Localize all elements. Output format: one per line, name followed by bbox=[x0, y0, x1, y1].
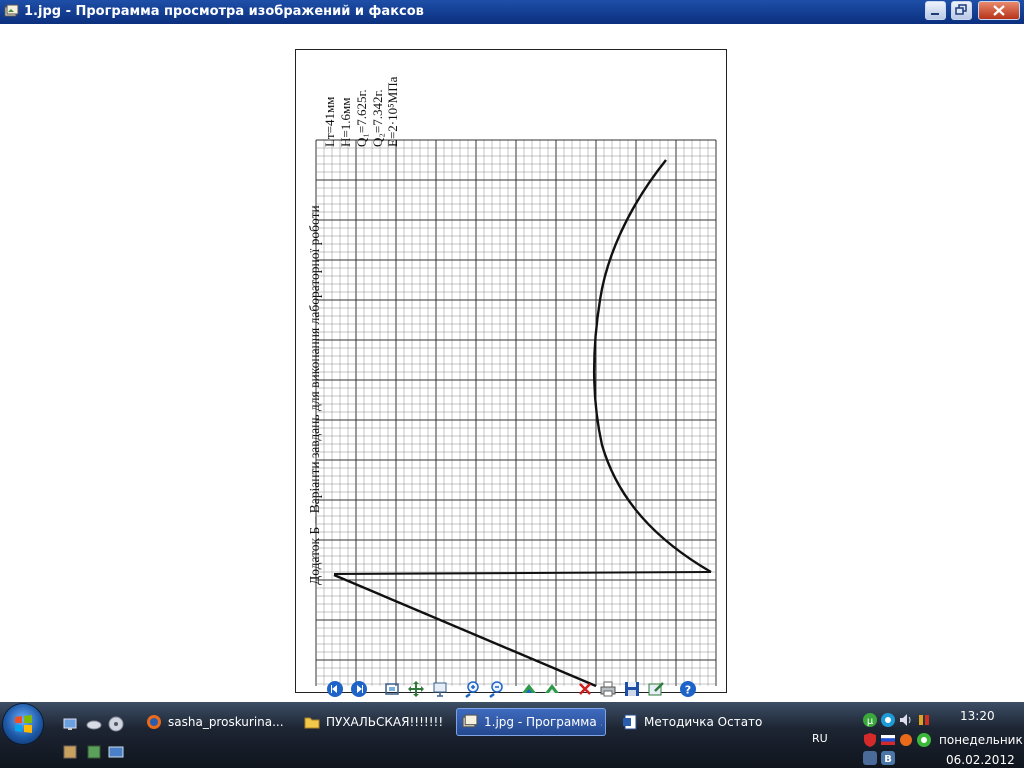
restore-icon bbox=[955, 4, 967, 15]
rotate-clockwise-button[interactable] bbox=[520, 680, 538, 698]
param-e: E=2·10⁵МПа bbox=[385, 76, 400, 147]
clock-day: понедельник bbox=[939, 733, 1023, 747]
param-q2: Q₂=7.342г. bbox=[370, 89, 385, 147]
explorer-icon[interactable] bbox=[86, 744, 102, 760]
app-tray-icon[interactable] bbox=[862, 750, 878, 766]
task-firefox[interactable]: sasha_proskurina... bbox=[140, 708, 290, 736]
messenger-icon[interactable] bbox=[916, 732, 932, 748]
actual-size-button[interactable] bbox=[407, 680, 425, 698]
rotate-clockwise-icon bbox=[522, 684, 536, 693]
print-button[interactable] bbox=[599, 680, 617, 698]
svg-text:?: ? bbox=[685, 684, 691, 697]
task-word-document[interactable]: Методичка Остаточ... bbox=[616, 708, 766, 736]
close-icon bbox=[993, 5, 1005, 16]
svg-text:В: В bbox=[884, 754, 892, 765]
help-button[interactable]: ? bbox=[679, 680, 697, 698]
viewer-toolbar: ? bbox=[0, 678, 1024, 702]
clock-date: 06.02.2012 bbox=[946, 753, 1015, 767]
program-icon[interactable] bbox=[62, 744, 78, 760]
edit-icon bbox=[648, 682, 664, 696]
edit-button[interactable] bbox=[647, 680, 665, 698]
prev-image-button[interactable] bbox=[326, 680, 344, 698]
network-icon[interactable] bbox=[880, 712, 896, 728]
start-button[interactable] bbox=[3, 704, 43, 744]
best-fit-icon bbox=[385, 683, 399, 695]
task-label: 1.jpg - Программа ... bbox=[484, 715, 602, 729]
scanned-page: Додаток Б – Варіанти завдань для виконан… bbox=[307, 76, 717, 688]
image-viewport[interactable]: Додаток Б – Варіанти завдань для виконан… bbox=[0, 24, 1024, 702]
help-icon: ? bbox=[680, 681, 696, 697]
media-player-icon[interactable] bbox=[108, 716, 124, 732]
image-viewer-icon bbox=[462, 714, 478, 728]
parameters-block: Lт=41мм H=1.6мм Q₁=7.625г. Q₂=7.342г. E=… bbox=[322, 76, 400, 147]
windows-logo-icon bbox=[15, 715, 32, 733]
curve-line bbox=[593, 159, 712, 574]
actual-size-icon bbox=[408, 681, 424, 697]
param-length: Lт=41мм bbox=[322, 97, 337, 147]
delete-icon bbox=[579, 683, 591, 695]
firefox-icon bbox=[147, 715, 161, 729]
language-indicator[interactable]: RU bbox=[812, 732, 828, 745]
graph-paper-grid bbox=[315, 139, 717, 686]
folder-icon bbox=[304, 717, 320, 729]
power-icon[interactable] bbox=[916, 712, 932, 728]
task-folder[interactable]: ПУХАЛЬСКАЯ!!!!!!!!!!! bbox=[298, 708, 448, 736]
vkontakte-icon[interactable]: В bbox=[880, 750, 896, 766]
next-image-button[interactable] bbox=[350, 680, 368, 698]
task-label: ПУХАЛЬСКАЯ!!!!!!!!!!! bbox=[326, 715, 444, 729]
volume-icon[interactable] bbox=[898, 712, 914, 728]
rotate-counterclockwise-icon bbox=[545, 684, 559, 693]
minimize-icon bbox=[931, 13, 939, 15]
task-label: sasha_proskurina... bbox=[168, 715, 284, 729]
best-fit-button[interactable] bbox=[383, 680, 401, 698]
document-heading: Додаток Б – Варіанти завдань для виконан… bbox=[307, 205, 322, 585]
scanned-document: Додаток Б – Варіанти завдань для виконан… bbox=[295, 49, 727, 693]
prev-image-icon bbox=[327, 681, 343, 697]
param-q1: Q₁=7.625г. bbox=[354, 89, 369, 147]
window-title: 1.jpg - Программа просмотра изображений … bbox=[24, 4, 424, 19]
show-desktop-icon[interactable] bbox=[62, 716, 78, 732]
zoom-out-button[interactable] bbox=[487, 680, 505, 698]
image-viewer-icon bbox=[4, 4, 19, 17]
rotate-counterclockwise-button[interactable] bbox=[543, 680, 561, 698]
next-image-icon bbox=[351, 681, 367, 697]
svg-text:µ: µ bbox=[867, 716, 874, 727]
chat-icon[interactable] bbox=[898, 732, 914, 748]
minimize-button[interactable] bbox=[925, 1, 946, 20]
zoom-in-button[interactable] bbox=[463, 680, 481, 698]
word-document-icon bbox=[623, 714, 637, 730]
slideshow-icon bbox=[433, 682, 447, 697]
task-label: Методичка Остаточ... bbox=[644, 715, 762, 729]
slideshow-button[interactable] bbox=[431, 680, 449, 698]
clock-time[interactable]: 13:20 bbox=[960, 709, 995, 723]
print-icon bbox=[600, 681, 616, 697]
save-button[interactable] bbox=[623, 680, 641, 698]
horizontal-line bbox=[333, 571, 712, 575]
restore-button[interactable] bbox=[951, 1, 972, 20]
save-icon bbox=[625, 682, 639, 696]
close-button[interactable] bbox=[978, 1, 1020, 20]
display-icon[interactable] bbox=[108, 744, 124, 760]
param-height: H=1.6мм bbox=[338, 98, 353, 147]
task-image-viewer[interactable]: 1.jpg - Программа ... bbox=[456, 708, 606, 736]
keyboard-layout-icon[interactable] bbox=[880, 732, 896, 748]
antivirus-icon[interactable] bbox=[862, 732, 878, 748]
zoom-in-icon bbox=[465, 681, 479, 698]
drive-icon[interactable] bbox=[86, 716, 102, 732]
zoom-out-icon bbox=[489, 681, 503, 698]
title-bar[interactable]: 1.jpg - Программа просмотра изображений … bbox=[0, 0, 1024, 24]
taskbar: sasha_proskurina... ПУХАЛЬСКАЯ!!!!!!!!!!… bbox=[0, 702, 1024, 768]
sloped-line bbox=[333, 573, 597, 688]
utorrent-icon[interactable]: µ bbox=[862, 712, 878, 728]
delete-button[interactable] bbox=[576, 680, 594, 698]
